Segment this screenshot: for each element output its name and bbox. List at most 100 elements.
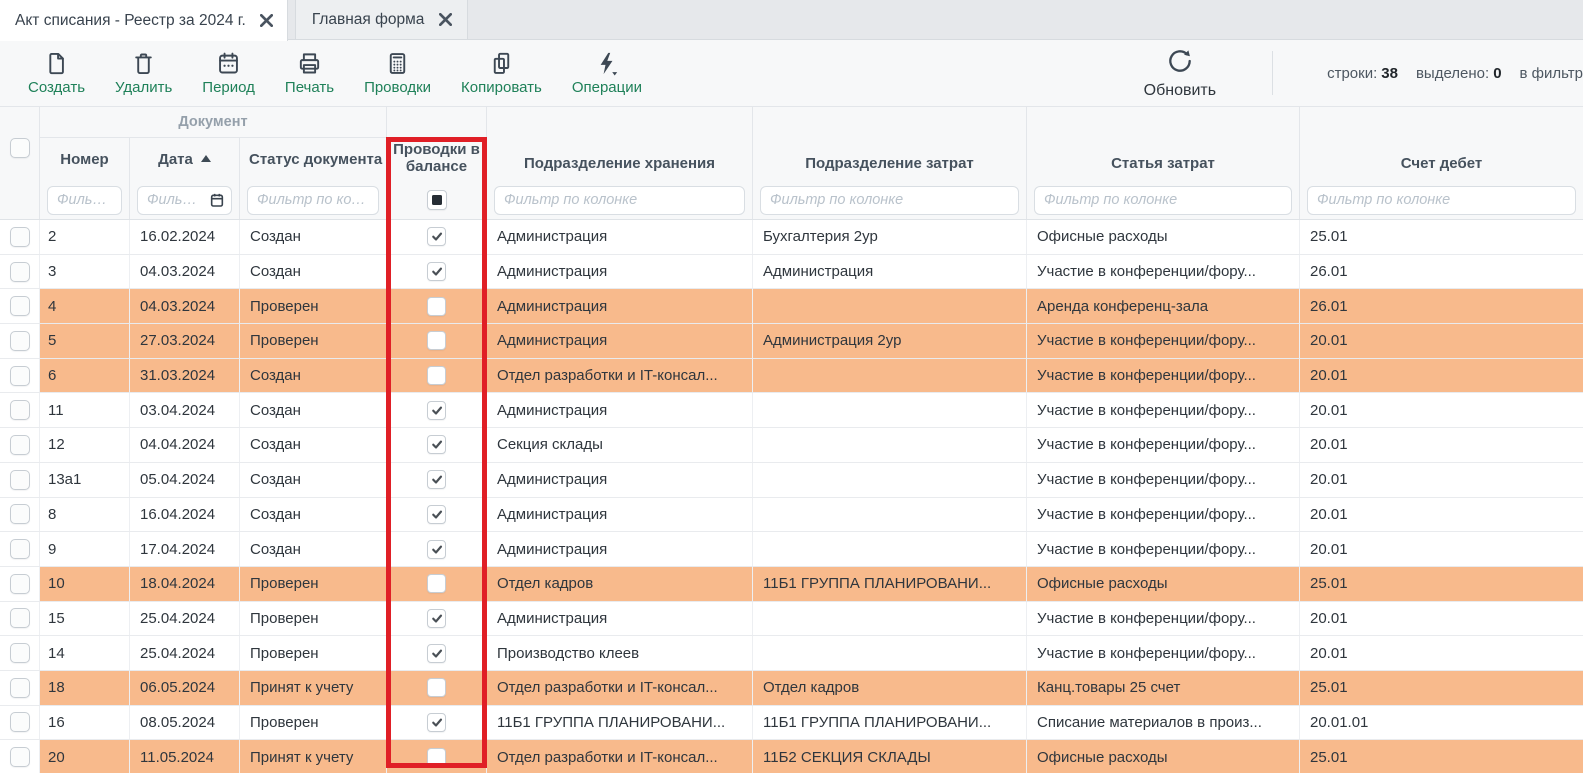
posted-checkbox[interactable] <box>427 435 446 454</box>
column-header-status[interactable]: Статус документа <box>240 138 387 181</box>
table-row[interactable]: 13а1 05.04.2024 Создан Администрация Уча… <box>0 463 1583 498</box>
cell-cost-item: Участие в конференции/фору... <box>1027 636 1300 670</box>
table-row[interactable]: 4 04.03.2024 Проверен Администрация Арен… <box>0 289 1583 324</box>
column-header-store-dept[interactable]: Подразделение хранения <box>487 107 753 181</box>
table-row[interactable]: 8 16.04.2024 Создан Администрация Участи… <box>0 498 1583 533</box>
table-row[interactable]: 5 27.03.2024 Проверен Администрация Адми… <box>0 324 1583 359</box>
toolbar: Создать Удалить Период Печать Проводки <box>0 40 1583 106</box>
row-checkbox[interactable] <box>10 435 30 455</box>
cell-cost-item: Участие в конференции/фору... <box>1027 532 1300 566</box>
table-row[interactable]: 2 16.02.2024 Создан Администрация Бухгал… <box>0 220 1583 255</box>
row-checkbox[interactable] <box>10 470 30 490</box>
close-icon[interactable] <box>437 12 453 28</box>
posted-checkbox[interactable] <box>427 540 446 559</box>
table-row[interactable]: 14 25.04.2024 Проверен Производство клее… <box>0 636 1583 671</box>
row-checkbox[interactable] <box>10 504 30 524</box>
cell-number: 3 <box>40 255 130 289</box>
cell-store-dept: Производство клеев <box>487 636 753 670</box>
table-row[interactable]: 6 31.03.2024 Создан Отдел разработки и I… <box>0 359 1583 394</box>
create-button[interactable]: Создать <box>28 50 85 96</box>
number-filter-input[interactable] <box>47 186 122 215</box>
posted-checkbox[interactable] <box>427 505 446 524</box>
refresh-button[interactable]: Обновить <box>1144 47 1216 100</box>
table-row[interactable]: 12 04.04.2024 Создан Секция склады Участ… <box>0 428 1583 463</box>
delete-button[interactable]: Удалить <box>115 50 172 96</box>
column-header-date[interactable]: Дата <box>130 138 240 181</box>
table-row[interactable]: 10 18.04.2024 Проверен Отдел кадров 11Б1… <box>0 567 1583 602</box>
row-select-cell <box>0 359 40 393</box>
button-label: Печать <box>285 79 334 96</box>
cell-cost-item: Офисные расходы <box>1027 740 1300 773</box>
operations-button[interactable]: Операции <box>572 50 642 96</box>
row-checkbox[interactable] <box>10 678 30 698</box>
row-checkbox[interactable] <box>10 712 30 732</box>
tab-act-spisaniya[interactable]: Акт списания - Реестр за 2024 г. <box>0 0 288 41</box>
column-header-debit-account[interactable]: Счет дебет <box>1300 107 1583 181</box>
close-icon[interactable] <box>259 13 275 29</box>
posted-checkbox[interactable] <box>427 331 446 350</box>
table-row[interactable]: 18 06.05.2024 Принят к учету Отдел разра… <box>0 671 1583 706</box>
row-checkbox[interactable] <box>10 400 30 420</box>
table-row[interactable]: 11 03.04.2024 Создан Администрация Участ… <box>0 393 1583 428</box>
posted-checkbox[interactable] <box>427 470 446 489</box>
register-table: Документ Номер Дата Статус документа Про… <box>0 106 1583 773</box>
row-checkbox[interactable] <box>10 331 30 351</box>
date-filter-input[interactable] <box>137 186 232 215</box>
tab-label: Акт списания - Реестр за 2024 г. <box>15 12 246 30</box>
cell-cost-dept: Администрация 2ур <box>753 324 1027 358</box>
posted-checkbox[interactable] <box>427 297 446 316</box>
table-row[interactable]: 20 11.05.2024 Принят к учету Отдел разра… <box>0 740 1583 773</box>
group-header-document: Документ <box>40 107 387 138</box>
cell-debit-account: 20.01 <box>1300 324 1583 358</box>
posted-checkbox[interactable] <box>427 574 446 593</box>
cell-cost-item: Участие в конференции/фору... <box>1027 359 1300 393</box>
cell-date: 03.04.2024 <box>130 393 240 427</box>
row-checkbox[interactable] <box>10 747 30 767</box>
select-all-checkbox[interactable] <box>10 138 30 158</box>
posted-checkbox[interactable] <box>427 748 446 767</box>
row-checkbox[interactable] <box>10 227 30 247</box>
posted-checkbox[interactable] <box>427 678 446 697</box>
posted-checkbox[interactable] <box>427 262 446 281</box>
store-dept-filter-input[interactable] <box>494 186 745 215</box>
status-filter-input[interactable] <box>247 186 379 215</box>
column-header-cost-item[interactable]: Статья затрат <box>1027 107 1300 181</box>
printer-icon <box>296 50 323 77</box>
table-row[interactable]: 3 04.03.2024 Создан Администрация Админи… <box>0 255 1583 290</box>
row-checkbox[interactable] <box>10 366 30 386</box>
cell-cost-dept <box>753 498 1027 532</box>
debit-account-filter-input[interactable] <box>1307 186 1576 215</box>
row-select-cell <box>0 289 40 323</box>
rows-count: строки:38 <box>1327 65 1398 82</box>
column-header-posted[interactable]: Проводки в балансе <box>387 107 487 181</box>
copy-button[interactable]: Копировать <box>461 50 542 96</box>
row-checkbox[interactable] <box>10 539 30 559</box>
column-header-number[interactable]: Номер <box>40 138 130 181</box>
posted-filter-checkbox[interactable] <box>427 190 447 210</box>
posted-checkbox[interactable] <box>427 366 446 385</box>
cell-cost-item: Участие в конференции/фору... <box>1027 393 1300 427</box>
cell-cost-item: Офисные расходы <box>1027 220 1300 254</box>
row-checkbox[interactable] <box>10 296 30 316</box>
table-row[interactable]: 16 08.05.2024 Проверен 11Б1 ГРУППА ПЛАНИ… <box>0 706 1583 741</box>
posted-checkbox[interactable] <box>427 644 446 663</box>
postings-button[interactable]: Проводки <box>364 50 431 96</box>
row-checkbox[interactable] <box>10 262 30 282</box>
posted-checkbox[interactable] <box>427 609 446 628</box>
row-checkbox[interactable] <box>10 574 30 594</box>
column-header-cost-dept[interactable]: Подразделение затрат <box>753 107 1027 181</box>
cell-cost-dept <box>753 359 1027 393</box>
print-button[interactable]: Печать <box>285 50 334 96</box>
posted-checkbox[interactable] <box>427 227 446 246</box>
cost-dept-filter-input[interactable] <box>760 186 1019 215</box>
cost-item-filter-input[interactable] <box>1034 186 1292 215</box>
cell-posted <box>387 255 487 289</box>
table-row[interactable]: 9 17.04.2024 Создан Администрация Участи… <box>0 532 1583 567</box>
tab-glavnaya-forma[interactable]: Главная форма <box>295 0 469 39</box>
row-checkbox[interactable] <box>10 608 30 628</box>
table-row[interactable]: 15 25.04.2024 Проверен Администрация Уча… <box>0 602 1583 637</box>
posted-checkbox[interactable] <box>427 401 446 420</box>
posted-checkbox[interactable] <box>427 713 446 732</box>
row-checkbox[interactable] <box>10 643 30 663</box>
period-button[interactable]: Период <box>202 50 255 96</box>
